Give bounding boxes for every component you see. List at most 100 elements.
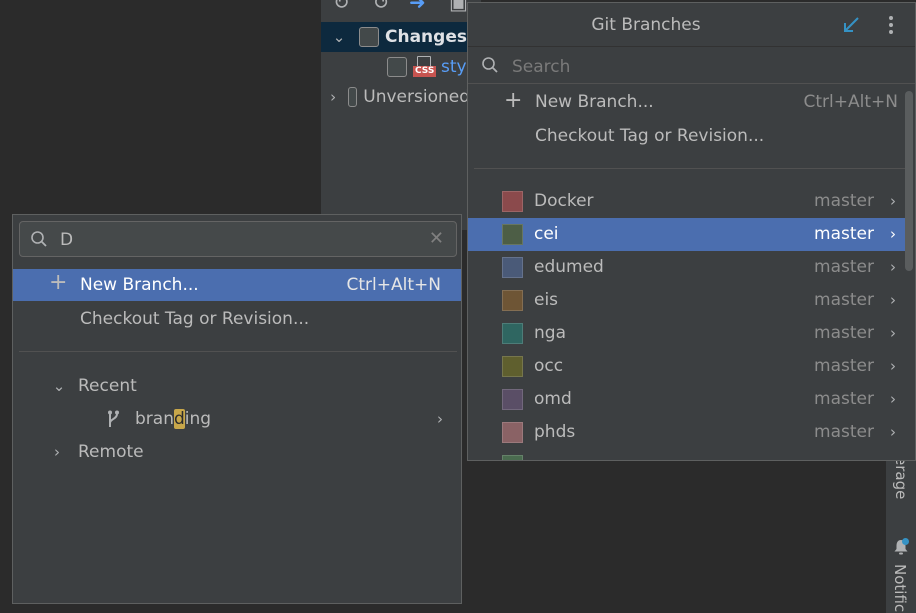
repo-current-branch: master xyxy=(814,356,874,376)
chevron-right-icon[interactable]: › xyxy=(890,423,896,441)
rollback-icon[interactable]: ↺ xyxy=(373,0,390,14)
coverage-tab[interactable]: erage xyxy=(892,456,910,506)
repo-name: eis xyxy=(534,290,559,310)
chevron-right-icon[interactable]: › xyxy=(890,291,896,309)
chevron-right-icon[interactable]: › xyxy=(890,258,896,276)
search-icon xyxy=(482,57,498,73)
plus-icon: + xyxy=(504,88,523,113)
branch-item[interactable]: branding › xyxy=(13,403,461,435)
search-match-highlight: d xyxy=(173,409,185,429)
git-search-box[interactable] xyxy=(468,49,915,84)
repository-item[interactable]: edumed master › xyxy=(468,251,906,284)
changed-file-row[interactable]: CSS styl xyxy=(387,52,471,82)
popup-title: Git Branches xyxy=(591,15,701,35)
right-tool-strip: erage Notific xyxy=(886,456,916,613)
chevron-right-icon[interactable]: › xyxy=(890,324,896,342)
changes-label: Changes xyxy=(385,27,467,47)
chevron-right-icon[interactable]: › xyxy=(330,88,336,106)
commit-toolbar: ↻ ↺ ➜ ▣ xyxy=(321,0,481,20)
chevron-right-icon[interactable]: › xyxy=(437,410,443,428)
branch-search-box[interactable]: ✕ xyxy=(19,221,457,257)
repo-current-branch: master xyxy=(814,191,874,211)
repo-color-swatch xyxy=(502,389,523,410)
repository-item[interactable]: occ master › xyxy=(468,350,906,383)
repository-item[interactable]: nga master › xyxy=(468,317,906,350)
separator xyxy=(474,168,906,169)
branch-name: branding xyxy=(135,409,212,429)
repo-current-branch: master xyxy=(814,389,874,409)
new-branch-label: New Branch... xyxy=(80,275,199,295)
repo-color-swatch xyxy=(502,191,523,212)
new-branch-shortcut: Ctrl+Alt+N xyxy=(803,92,898,112)
diff-icon[interactable]: ▣ xyxy=(449,0,468,14)
repository-item[interactable]: omd master › xyxy=(468,383,906,416)
new-branch-item[interactable]: + New Branch... Ctrl+Alt+N xyxy=(468,87,906,119)
notifications-tab[interactable]: Notific xyxy=(891,564,909,613)
repo-current-branch: master xyxy=(814,257,874,277)
repo-name: nga xyxy=(534,323,566,343)
checkout-tag-item[interactable]: Checkout Tag or Revision... xyxy=(535,126,764,146)
branch-icon xyxy=(108,410,119,427)
checkout-tag-item[interactable]: Checkout Tag or Revision... xyxy=(13,303,461,335)
chevron-right-icon[interactable]: › xyxy=(890,192,896,210)
chevron-right-icon[interactable]: › xyxy=(890,390,896,408)
repository-item[interactable]: eis master › xyxy=(468,284,906,317)
chevron-right-icon[interactable]: › xyxy=(890,357,896,375)
file-checkbox[interactable] xyxy=(387,57,407,77)
popup-header: Git Branches xyxy=(468,3,915,47)
remote-group[interactable]: › Remote xyxy=(13,436,461,468)
repo-name: Docker xyxy=(534,191,594,211)
repo-color-swatch xyxy=(502,224,523,245)
repo-color-swatch xyxy=(502,257,523,278)
changes-node[interactable]: ⌄ Changes xyxy=(321,22,471,52)
plus-icon: + xyxy=(49,270,68,295)
repository-item[interactable]: › xyxy=(468,449,906,460)
chevron-right-icon[interactable]: › xyxy=(890,225,896,243)
diff-arrow-icon[interactable]: ➜ xyxy=(409,0,426,14)
branch-list: + New Branch... Ctrl+Alt+N Checkout Tag … xyxy=(468,87,906,460)
repo-color-swatch xyxy=(502,455,523,460)
refresh-icon[interactable]: ↻ xyxy=(333,0,350,14)
repository-item[interactable]: phds master › xyxy=(468,416,906,449)
unversioned-checkbox[interactable] xyxy=(348,87,358,107)
repo-current-branch: master xyxy=(814,224,874,244)
new-branch-item[interactable]: + New Branch... Ctrl+Alt+N xyxy=(13,269,461,301)
scrollbar[interactable] xyxy=(905,91,913,271)
arrow-down-left-icon[interactable] xyxy=(842,16,860,34)
separator xyxy=(19,351,457,352)
new-branch-label: New Branch... xyxy=(535,92,654,112)
branch-search-input[interactable] xyxy=(60,228,420,252)
branch-search-popup: ✕ + New Branch... Ctrl+Alt+N Checkout Ta… xyxy=(12,214,462,604)
recent-group[interactable]: ⌄ Recent xyxy=(13,370,461,402)
css-file-icon: CSS xyxy=(413,56,437,78)
more-options-icon[interactable] xyxy=(881,14,901,36)
repository-item[interactable]: cei master › xyxy=(468,218,906,251)
repo-color-swatch xyxy=(502,290,523,311)
remote-label: Remote xyxy=(78,442,144,462)
repo-name: omd xyxy=(534,389,572,409)
chevron-down-icon[interactable]: ⌄ xyxy=(51,377,67,395)
git-search-input[interactable] xyxy=(512,55,872,79)
git-branches-popup: Git Branches + New Branch... Ctrl+Alt+N … xyxy=(467,2,916,461)
clear-icon[interactable]: ✕ xyxy=(429,228,444,249)
search-icon xyxy=(31,231,47,247)
notification-badge xyxy=(902,538,909,545)
repo-name: phds xyxy=(534,422,576,442)
chevron-right-icon[interactable]: › xyxy=(49,443,65,461)
repo-color-swatch xyxy=(502,323,523,344)
recent-label: Recent xyxy=(78,376,137,396)
repo-color-swatch xyxy=(502,422,523,443)
repo-name: edumed xyxy=(534,257,604,277)
chevron-right-icon[interactable]: › xyxy=(890,456,896,460)
new-branch-shortcut: Ctrl+Alt+N xyxy=(346,275,441,295)
changes-checkbox[interactable] xyxy=(359,27,379,47)
chevron-down-icon[interactable]: ⌄ xyxy=(331,28,347,46)
repo-color-swatch xyxy=(502,356,523,377)
checkout-tag-label: Checkout Tag or Revision... xyxy=(80,309,310,329)
repo-current-branch: master xyxy=(814,290,874,310)
repo-current-branch: master xyxy=(814,422,874,442)
repository-item[interactable]: Docker master › xyxy=(468,185,906,218)
unversioned-node[interactable]: › Unversioned xyxy=(330,82,470,112)
unversioned-label: Unversioned xyxy=(363,87,470,107)
repo-current-branch: master xyxy=(814,323,874,343)
